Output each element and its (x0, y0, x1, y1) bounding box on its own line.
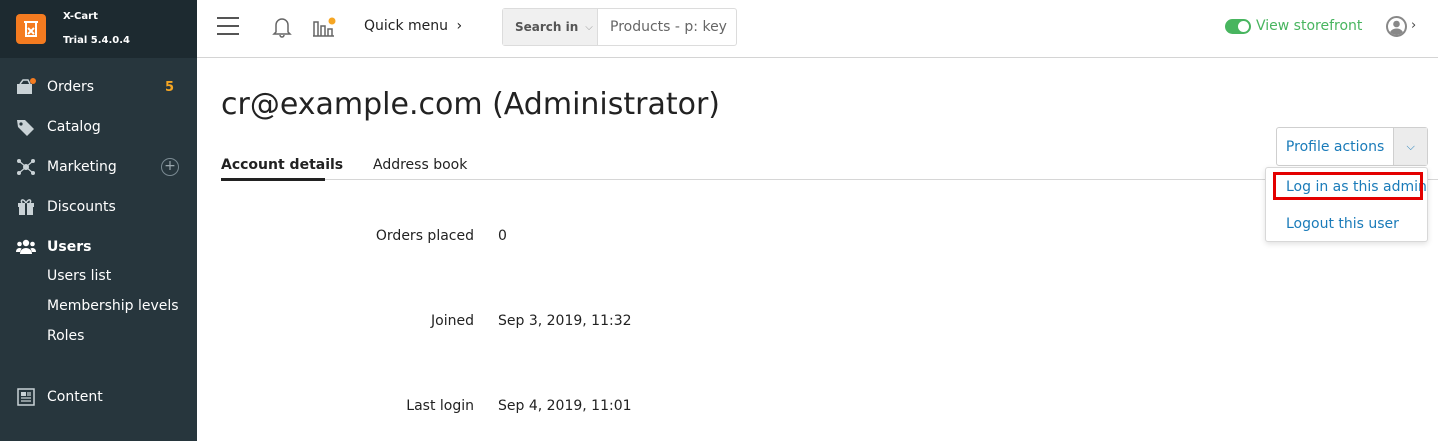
sidebar-item-marketing[interactable]: Marketing + (0, 152, 197, 182)
hamburger-menu-icon[interactable] (217, 17, 239, 35)
search-bar: Search in ⌵ (502, 8, 737, 46)
tab-address-book[interactable]: Address book (373, 157, 467, 173)
last-login-label: Last login (406, 398, 474, 414)
joined-label: Joined (431, 313, 474, 329)
sidebar-item-discounts[interactable]: Discounts (0, 192, 197, 222)
orders-placed-label: Orders placed (375, 228, 474, 244)
profile-actions-label: Profile actions (1277, 128, 1395, 165)
sidebar-subitem-roles[interactable]: Roles (47, 328, 84, 344)
quick-menu-button[interactable]: Quick menu › (364, 18, 462, 34)
quick-menu-label: Quick menu (364, 18, 449, 34)
chevron-down-icon: ⌵ (585, 21, 593, 33)
sidebar-item-label: Catalog (47, 119, 101, 135)
content-icon (16, 387, 36, 407)
tab-account-details[interactable]: Account details (221, 157, 343, 173)
sidebar-item-label: Marketing (47, 159, 117, 175)
users-icon (16, 237, 36, 257)
profile-actions-button[interactable]: Profile actions ⌵ (1276, 127, 1428, 166)
xcart-logo-icon (16, 14, 46, 44)
sidebar-item-label: Discounts (47, 199, 116, 215)
tabs-divider (221, 179, 1438, 180)
chevron-right-icon: › (456, 18, 463, 34)
brand[interactable]: X-Cart Trial 5.4.0.4 (0, 0, 197, 58)
tag-icon (16, 117, 36, 137)
search-in-label: Search in (515, 20, 579, 34)
brand-version: Trial 5.4.0.4 (63, 35, 130, 46)
plus-icon[interactable]: + (161, 158, 179, 176)
sidebar-item-label: Orders (47, 79, 95, 95)
marketing-icon (16, 157, 36, 177)
search-input[interactable] (598, 9, 736, 45)
brand-name: X-Cart (63, 11, 98, 22)
orders-placed-value: 0 (498, 228, 507, 244)
user-avatar-icon[interactable] (1386, 16, 1407, 37)
storefront-toggle[interactable] (1225, 19, 1251, 34)
view-storefront-link[interactable]: View storefront (1256, 18, 1362, 34)
sidebar-item-catalog[interactable]: Catalog (0, 112, 197, 142)
search-in-dropdown[interactable]: Search in ⌵ (503, 9, 598, 45)
sidebar-item-label: Content (47, 389, 103, 405)
sidebar-item-label: Users (47, 239, 92, 255)
joined-value: Sep 3, 2019, 11:32 (498, 313, 632, 329)
orders-icon (16, 77, 36, 97)
sidebar-item-content[interactable]: Content (0, 382, 197, 412)
top-header: Quick menu › Search in ⌵ View storefront… (197, 0, 1438, 58)
gift-icon (16, 197, 36, 217)
dashboard-chart-icon[interactable] (312, 16, 336, 42)
sidebar-item-orders[interactable]: Orders 5 (0, 72, 197, 102)
page-title: cr@example.com (Administrator) (221, 87, 721, 122)
sidebar: X-Cart Trial 5.4.0.4 Orders 5 Catalog Ma… (0, 0, 197, 441)
sidebar-subitem-membership-levels[interactable]: Membership levels (47, 298, 179, 314)
sidebar-subitem-users-list[interactable]: Users list (47, 268, 111, 284)
sidebar-item-users[interactable]: Users (0, 232, 197, 262)
chevron-down-icon[interactable]: ⌵ (1394, 128, 1427, 165)
logout-user-item[interactable]: Logout this user (1286, 216, 1399, 232)
orders-count-badge: 5 (164, 79, 174, 95)
last-login-value: Sep 4, 2019, 11:01 (498, 398, 632, 414)
highlight-box (1273, 172, 1423, 200)
active-tab-indicator (221, 178, 325, 181)
chevron-right-icon[interactable]: › (1411, 18, 1416, 33)
bell-icon[interactable] (272, 16, 292, 42)
